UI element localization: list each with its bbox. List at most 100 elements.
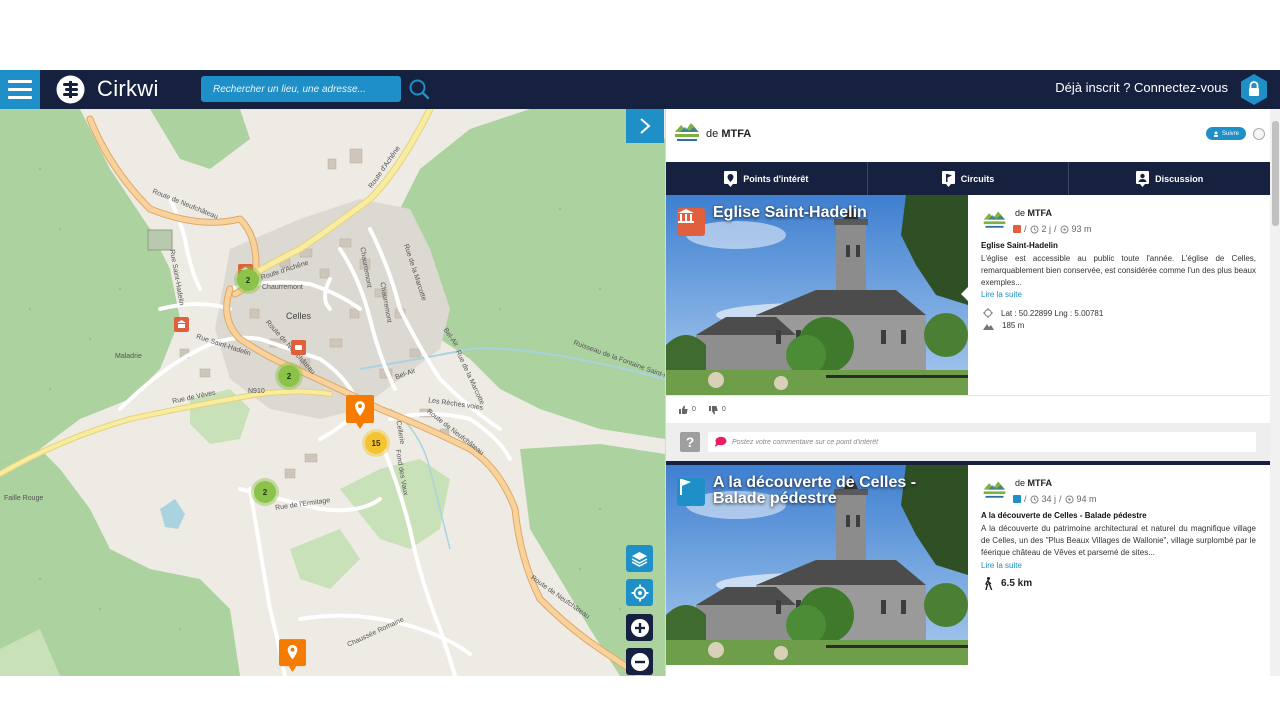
chevron-right-icon: [640, 118, 651, 134]
panel-scrollbar[interactable]: [1270, 109, 1280, 676]
tab-discussion[interactable]: Discussion: [1069, 162, 1270, 195]
marker-cluster[interactable]: 2: [278, 365, 300, 387]
monument-icon: [678, 209, 694, 223]
poi-coordinates: Lat : 50.22899 Lng : 5.00781: [983, 308, 1103, 318]
comment-input[interactable]: [708, 432, 1256, 452]
circuit-card[interactable]: A la découverte de Celles - Balade pédes…: [666, 465, 1270, 665]
org-byline: de MTFA: [706, 128, 752, 140]
circuit-badge: [677, 478, 705, 506]
church-photo: [666, 195, 968, 395]
org-byline: de MTFA: [1015, 208, 1053, 218]
map-view[interactable]: Route de Neufchâteau Route d'Achêne Rout…: [0, 109, 665, 676]
help-icon[interactable]: ?: [680, 432, 700, 452]
place-label: Faille Rouge: [4, 495, 44, 502]
category-icon: [1013, 495, 1021, 503]
read-more-link[interactable]: Lire la suite: [981, 290, 1022, 299]
circuit-meta: / 34 j / 94 m: [1013, 494, 1097, 504]
comment-bar: ?: [666, 423, 1270, 461]
poi-meta: / 2 j / 93 m: [1013, 224, 1092, 234]
collapse-panel-button[interactable]: [626, 109, 664, 143]
circuit-title[interactable]: A la découverte de Celles - Balade pédes…: [713, 475, 953, 507]
reaction-bar: 0 0: [666, 395, 1270, 423]
restaurant-icon: [295, 345, 302, 350]
zoom-out-button[interactable]: [626, 648, 653, 675]
org-logo-icon[interactable]: [981, 207, 1008, 234]
hamburger-icon: [8, 80, 32, 83]
distance-icon: [1065, 495, 1074, 503]
likes-count: 0: [692, 406, 696, 413]
locate-icon: [631, 584, 648, 601]
heritage-badge: [677, 208, 705, 236]
panel-header: de MTFA Suivre: [666, 109, 1270, 162]
poi-description: L'église est accessible au public toute …: [981, 254, 1256, 287]
layers-icon: [631, 552, 648, 567]
hiker-icon: [984, 577, 993, 590]
map-canvas[interactable]: [0, 109, 665, 676]
thumbs-down-icon[interactable]: [708, 405, 718, 415]
menu-button[interactable]: [0, 70, 40, 109]
org-logo-icon[interactable]: [672, 118, 702, 148]
circuit-description: A la découverte du patrimoine architectu…: [981, 524, 1256, 557]
road-label: N910: [248, 388, 265, 395]
thumbs-up-icon[interactable]: [678, 405, 688, 415]
distance-icon: [1060, 225, 1069, 233]
org-logo-icon[interactable]: [981, 477, 1008, 504]
org-byline: de MTFA: [1015, 478, 1053, 488]
dislikes-count: 0: [721, 406, 726, 413]
poi-pin-icon: [724, 170, 738, 187]
scrollbar-thumb[interactable]: [1272, 121, 1279, 226]
poi-name: Eglise Saint-Hadelin: [981, 241, 1058, 250]
mountain-icon: [983, 323, 994, 330]
cirkwi-logo-icon[interactable]: [56, 75, 85, 104]
user-plus-icon: [1213, 131, 1218, 137]
header-toggle[interactable]: [1253, 128, 1265, 140]
circuit-info: de MTFA / 34 j / 94 m A la découverte de…: [968, 465, 1270, 665]
lock-icon[interactable]: [1239, 73, 1269, 106]
poi-marker-selected[interactable]: [346, 395, 374, 429]
brand-name[interactable]: Cirkwi: [97, 76, 159, 102]
category-icon: [1013, 225, 1021, 233]
zoom-in-button[interactable]: [626, 614, 653, 641]
tab-circuits[interactable]: Circuits: [868, 162, 1070, 195]
app-frame: Cirkwi Déjà inscrit ? Connectez-vous: [0, 70, 1280, 676]
food-marker[interactable]: [291, 340, 306, 355]
follow-button[interactable]: Suivre: [1206, 127, 1246, 140]
panel-tabs: Points d'intérêt Circuits Discussion: [666, 162, 1270, 195]
org-name[interactable]: MTFA: [1028, 478, 1053, 488]
chat-bubble-icon: [715, 436, 727, 447]
circuit-distance: 6.5 km: [983, 577, 1032, 590]
plus-icon: [630, 618, 649, 637]
search-input[interactable]: [201, 76, 401, 102]
login-link[interactable]: Déjà inscrit ? Connectez-vous: [1055, 80, 1228, 95]
poi-title[interactable]: Eglise Saint-Hadelin: [713, 205, 953, 221]
poi-card[interactable]: Eglise Saint-Hadelin de MTFA / 2 j / 93 …: [666, 195, 1270, 395]
poi-photo[interactable]: Eglise Saint-Hadelin: [666, 195, 968, 395]
street-label: Chaurremont: [262, 284, 303, 291]
place-label: Maladrie: [115, 353, 142, 360]
town-label: Celles: [286, 311, 312, 321]
locate-button[interactable]: [626, 579, 653, 606]
poi-altitude: 185 m: [983, 321, 1024, 330]
org-name[interactable]: MTFA: [721, 128, 751, 140]
layers-button[interactable]: [626, 545, 653, 572]
marker-cluster[interactable]: 2: [254, 481, 276, 503]
side-panel: de MTFA Suivre Points d'intérêt Circuits…: [665, 109, 1280, 676]
crosshair-icon: [983, 308, 993, 318]
flag-icon: [680, 479, 691, 495]
monument-icon: [177, 320, 186, 328]
read-more-link[interactable]: Lire la suite: [981, 561, 1022, 570]
marker-cluster[interactable]: 2: [237, 269, 259, 291]
tab-points-of-interest[interactable]: Points d'intérêt: [666, 162, 868, 195]
minus-icon: [630, 652, 649, 671]
poi-info: de MTFA / 2 j / 93 m Eglise Saint-Hadeli…: [961, 195, 1270, 395]
history-icon: [1030, 225, 1039, 233]
org-name[interactable]: MTFA: [1028, 208, 1053, 218]
search-icon[interactable]: [408, 78, 430, 100]
circuit-name: A la découverte de Celles - Balade pédes…: [981, 511, 1147, 520]
circuit-photo[interactable]: A la découverte de Celles - Balade pédes…: [666, 465, 968, 665]
marker-cluster[interactable]: 15: [365, 432, 387, 454]
top-navbar: Cirkwi Déjà inscrit ? Connectez-vous: [0, 70, 1280, 109]
poi-marker[interactable]: [279, 639, 306, 672]
history-icon: [1030, 495, 1039, 503]
heritage-marker[interactable]: [174, 317, 189, 332]
